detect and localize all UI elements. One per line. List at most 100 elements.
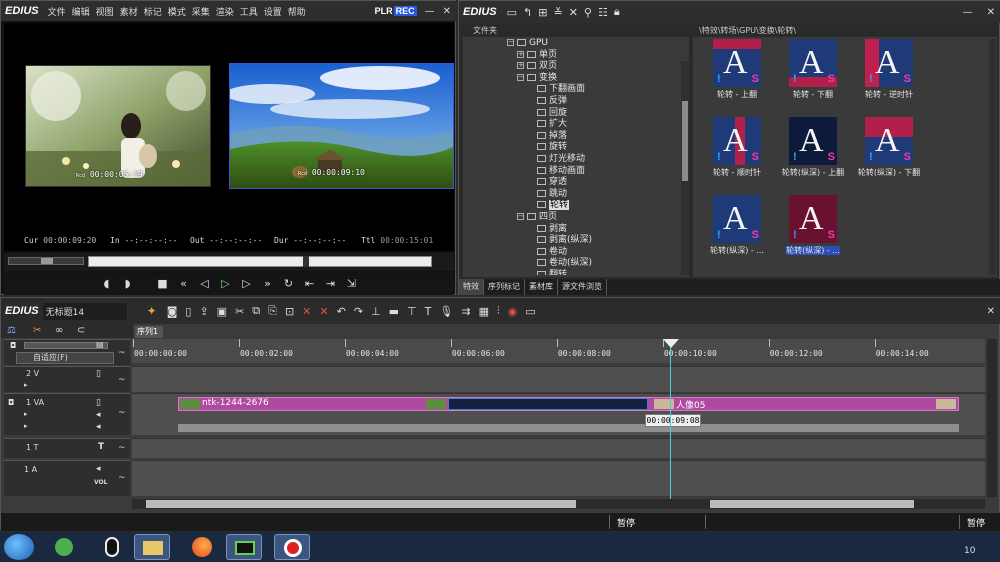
rewind-icon[interactable]: « xyxy=(176,275,192,293)
overwrite-icon[interactable]: ⇤ xyxy=(302,275,318,293)
wave-icon[interactable]: ~ xyxy=(118,408,126,418)
minimize-icon[interactable]: — xyxy=(425,6,435,17)
split-icon[interactable]: ⊥ xyxy=(371,305,381,318)
tree-item[interactable]: − 变换 xyxy=(517,72,557,84)
up-folder-icon[interactable]: ↰ xyxy=(523,6,532,19)
taskbar-app-recorder[interactable] xyxy=(274,534,310,560)
split-mode-icon[interactable]: ✂ xyxy=(33,325,41,336)
track-1a[interactable] xyxy=(132,460,985,496)
tree-item[interactable]: + 单页 xyxy=(517,49,557,61)
taskbar-app-360[interactable] xyxy=(46,534,82,560)
grid-icon[interactable]: ▦ xyxy=(479,305,489,318)
title-icon[interactable]: T xyxy=(98,442,104,452)
transition-block[interactable] xyxy=(448,398,648,410)
tree-item[interactable]: 下翻画面 xyxy=(527,83,585,95)
effect-item[interactable]: A! S 轮转(纵深) - ... xyxy=(775,195,851,267)
tab-source-browser[interactable]: 源文件浏览 xyxy=(558,279,607,295)
menu-tools[interactable]: 工具 xyxy=(237,5,261,18)
capture-icon[interactable]: ◙ xyxy=(167,305,178,318)
insert-icon[interactable]: ⇥ xyxy=(323,275,339,293)
close-icon[interactable]: ✕ xyxy=(987,306,995,317)
tab-sequence-markers[interactable]: 序列标记 xyxy=(484,279,525,295)
expand-toggle-icon[interactable]: − xyxy=(507,39,514,46)
effect-item[interactable]: A! S 轮转(纵深) - ... xyxy=(699,195,775,267)
menu-capture[interactable]: 采集 xyxy=(189,5,213,18)
lock-toggle[interactable]: ◘ xyxy=(10,341,16,350)
menu-clip[interactable]: 素材 xyxy=(117,5,141,18)
tree-item[interactable]: 移动画面 xyxy=(527,165,585,177)
taskbar-app-firefox[interactable] xyxy=(184,534,220,560)
track-2v[interactable] xyxy=(132,366,985,392)
group-icon[interactable]: ∞ xyxy=(55,325,63,336)
layout-icon[interactable]: ▭ xyxy=(525,305,535,318)
zoom-icon[interactable]: ▤ xyxy=(96,340,104,349)
playhead-marker[interactable] xyxy=(663,339,679,348)
vol-label[interactable]: VOL xyxy=(94,479,107,486)
step-forward-icon[interactable]: ▷ xyxy=(239,275,255,293)
effect-item[interactable]: A! S 轮转(纵深) - 上翻 xyxy=(775,117,851,189)
taskbar-app-edius[interactable] xyxy=(226,534,262,560)
effect-item[interactable]: A! S 轮转 - 顺时针 xyxy=(699,117,775,189)
copy-icon[interactable]: ⧉ xyxy=(252,304,260,318)
tree-item[interactable]: 掉落 xyxy=(527,130,567,142)
track-1t[interactable] xyxy=(132,438,985,458)
mic-icon[interactable]: 🎙︎ xyxy=(439,305,453,318)
fast-forward-icon[interactable]: » xyxy=(260,275,276,293)
menu-settings[interactable]: 设置 xyxy=(261,5,285,18)
search-icon[interactable]: ⚲ xyxy=(584,6,592,19)
lock-icon[interactable]: 🔒︎ xyxy=(614,5,620,19)
delete-icon[interactable]: ✕ xyxy=(302,305,311,318)
menu-render[interactable]: 渲染 xyxy=(213,5,237,18)
taskbar-app-explorer[interactable] xyxy=(134,534,170,560)
speaker-icon[interactable]: ◂ xyxy=(96,464,101,474)
expand-icon[interactable]: ▸ xyxy=(24,410,28,418)
undo-icon[interactable]: ↶ xyxy=(337,305,346,318)
menu-marker[interactable]: 标记 xyxy=(141,5,165,18)
properties-icon[interactable]: ≚ xyxy=(553,6,562,19)
text-icon[interactable]: T xyxy=(425,305,432,318)
tab-effects[interactable]: 特效 xyxy=(459,279,484,295)
marker-icon[interactable]: ⊤ xyxy=(407,305,417,318)
add-icon[interactable]: ⊞ xyxy=(538,6,547,19)
fit-mode-select[interactable]: 自适应(F) xyxy=(16,352,114,364)
start-button[interactable] xyxy=(4,534,34,560)
wave-icon[interactable]: ~ xyxy=(118,375,126,385)
audio-toggle-icon[interactable]: ◂ xyxy=(96,410,101,420)
effect-item[interactable]: A! S 轮转 - 上翻 xyxy=(699,39,775,111)
hscroll-thumb-1[interactable] xyxy=(146,500,576,508)
delete-icon[interactable]: ✕ xyxy=(569,6,578,19)
paste-icon[interactable]: ⎘ xyxy=(268,304,277,318)
effect-scrollbar[interactable] xyxy=(989,39,996,275)
ripple-icon[interactable]: ⊂ xyxy=(77,325,85,336)
effect-item[interactable]: A! S 轮转(纵深) - 下翻 xyxy=(851,117,927,189)
ripple-delete-icon[interactable]: ✕ xyxy=(319,305,328,318)
folder-icon[interactable]: ▭ xyxy=(507,6,517,19)
expand-icon[interactable]: ▸ xyxy=(24,381,28,389)
audio-clip[interactable] xyxy=(178,424,959,432)
trim-icon[interactable]: ▬ xyxy=(389,305,399,318)
tree-item[interactable]: 卷动(纵深) xyxy=(527,257,592,269)
cut-icon[interactable]: ✂ xyxy=(235,305,244,318)
new-icon[interactable]: ▯ xyxy=(185,305,191,318)
tree-item[interactable]: 反弹 xyxy=(527,95,567,107)
set-out-icon[interactable]: ◗ xyxy=(120,275,136,293)
tree-item[interactable]: 旋转 xyxy=(527,141,567,153)
tree-item[interactable]: 剥离 xyxy=(527,223,567,235)
set-in-icon[interactable]: ◖ xyxy=(99,275,115,293)
tree-item[interactable]: 灯光移动 xyxy=(527,153,585,165)
menu-view[interactable]: 视图 xyxy=(93,5,117,18)
tree-scroll-thumb[interactable] xyxy=(682,101,688,181)
tree-item[interactable]: − GPU xyxy=(507,37,548,49)
effect-item[interactable]: A! S 轮转 - 下翻 xyxy=(775,39,851,111)
timeline-vscroll[interactable] xyxy=(987,339,997,497)
tree-item[interactable]: 跳动 xyxy=(527,188,567,200)
video-toggle-icon[interactable]: ▯ xyxy=(96,369,101,379)
menu-help[interactable]: 帮助 xyxy=(285,5,309,18)
tree-item[interactable]: 剥离(纵深) xyxy=(527,234,592,246)
audio-toggle-icon[interactable]: ◂ xyxy=(96,422,101,432)
tree-item[interactable]: 轮转 xyxy=(527,199,570,211)
timeline-ruler[interactable]: 00:00:00:00 00:00:02:00 00:00:04:00 00:00:0… xyxy=(132,339,985,363)
sync-icon[interactable]: ⚖ xyxy=(7,325,16,336)
position-handle[interactable] xyxy=(303,256,309,267)
close-icon[interactable]: ✕ xyxy=(987,7,995,18)
